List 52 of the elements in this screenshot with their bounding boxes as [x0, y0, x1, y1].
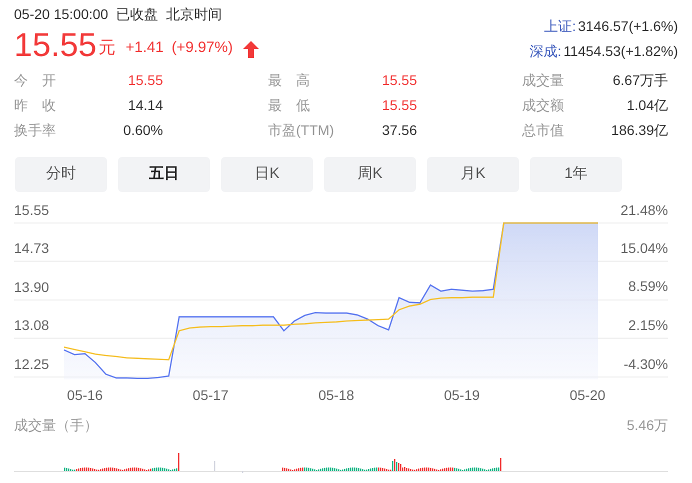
- market-status: 已收盘: [116, 4, 158, 24]
- current-price: 15.55: [14, 26, 97, 64]
- date-axis-label: 05-16: [67, 386, 103, 404]
- percent-axis-label: 21.48%: [620, 201, 668, 219]
- volume-max-label: 5.46万: [626, 416, 668, 435]
- stat-label: 成交额: [522, 96, 565, 115]
- percent-axis-label: -4.30%: [624, 355, 668, 373]
- price-axis-label: 13.90: [14, 278, 50, 296]
- percent-axis-label: 2.15%: [628, 316, 668, 334]
- chart-tab[interactable]: 周K: [324, 157, 416, 192]
- stat-label: 最 低: [268, 96, 311, 115]
- stat-label: 今 开: [14, 71, 57, 90]
- index-name[interactable]: 上证:: [544, 16, 576, 37]
- quote-datetime: 05-20 15:00:00: [14, 4, 108, 24]
- stat-value: 15.55: [380, 96, 417, 115]
- chart-tab[interactable]: 日K: [221, 157, 313, 192]
- stat-label: 换手率: [14, 121, 57, 140]
- percent-axis-label: 15.04%: [620, 239, 668, 257]
- price-axis-label: 15.55: [14, 201, 50, 219]
- date-axis-label: 05-18: [318, 386, 354, 404]
- stat-label: 最 高: [268, 71, 311, 90]
- date-axis-label: 05-19: [444, 386, 480, 404]
- timezone-label: 北京时间: [166, 4, 222, 24]
- price-axis-label: 14.73: [14, 239, 50, 258]
- stat-value: 15.55: [126, 71, 163, 90]
- index-value: 3146.57(+1.6%): [578, 17, 678, 36]
- volume-title: 成交量（手）: [14, 416, 98, 435]
- chart-tab[interactable]: 1年: [530, 157, 622, 192]
- stat-value: 15.55: [380, 71, 417, 90]
- price-unit: 元: [98, 36, 116, 58]
- percent-axis-label: 8.59%: [628, 277, 668, 295]
- index-value: 11454.53(+1.82%): [563, 42, 678, 61]
- chart-tab[interactable]: 分时: [15, 157, 107, 192]
- index-name[interactable]: 深成:: [530, 41, 562, 62]
- chart-tab[interactable]: 月K: [427, 157, 519, 192]
- chart-tab[interactable]: 五日: [118, 157, 210, 192]
- stat-label: 昨 收: [14, 96, 57, 115]
- date-axis-label: 05-20: [570, 386, 606, 404]
- price-axis-label: 13.08: [14, 316, 50, 334]
- stat-value: 1.04亿: [626, 96, 668, 115]
- stat-value: 37.56: [380, 121, 417, 140]
- stat-value: 186.39亿: [610, 121, 668, 140]
- price-axis-label: 12.25: [14, 355, 50, 373]
- price-change-percent: (+9.97%): [172, 38, 233, 58]
- stat-value: 0.60%: [122, 121, 163, 140]
- price-change: +1.41: [126, 38, 164, 58]
- stat-label: 市盈(TTM): [268, 121, 336, 140]
- stat-value: 14.14: [126, 96, 163, 115]
- stat-label: 成交量: [522, 71, 565, 90]
- date-axis-label: 05-17: [192, 386, 228, 404]
- stat-label: 总市值: [522, 121, 565, 140]
- stat-value: 6.67万手: [612, 71, 668, 90]
